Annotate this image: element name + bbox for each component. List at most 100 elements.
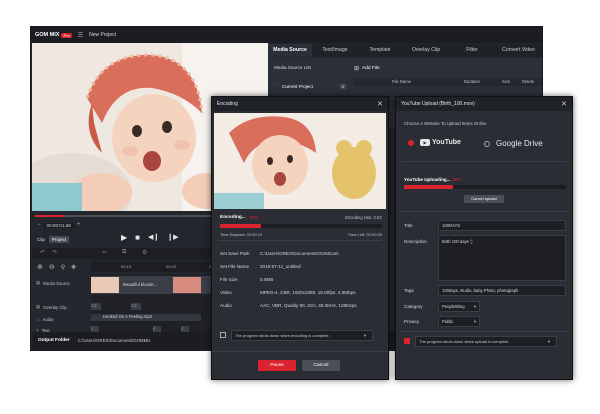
media-source-list-label: Media Source List [274,65,311,70]
column-header[interactable]: Size [502,79,510,84]
youtube-upload-dialog: YouTube Upload (Birth_100.mov) ✕ Choose … [395,96,573,380]
column-header[interactable]: Delete [522,79,534,84]
encoding-preview-image [214,113,386,209]
next-frame-icon[interactable]: ❙▶ [167,233,178,241]
shutdown-checkbox[interactable] [220,332,226,338]
field-file-name: Set File Name 2018-07-11_untitled [220,260,384,273]
clip-button[interactable]: Clip [37,237,45,242]
column-header[interactable]: File Name [392,79,411,84]
zoom-out-icon[interactable]: ⊖ [49,263,55,271]
add-file-button[interactable]: ⊞ Add File [354,65,380,72]
timecode[interactable]: 00:00:01.68 [43,222,74,228]
youtube-logo-icon: ▶ [420,139,430,146]
copy-icon[interactable]: ⧉ [122,249,126,256]
tags-input[interactable]: 100days, studio, baby Photo, photograph [438,285,566,296]
clip-thumbnail [91,277,119,293]
encoding-shutdown-row: The program shuts down when encoding is … [220,329,382,341]
privacy-select[interactable]: Public ▼ [438,316,480,327]
settings-icon[interactable]: ⚙ [142,249,147,256]
cancel-button[interactable]: Cancel [302,360,340,371]
plus-icon[interactable]: + [77,222,81,228]
shutdown-checkbox[interactable] [404,338,410,344]
service-google-drive[interactable]: Google Drive [484,139,543,148]
field-label: Set File Name [220,264,250,269]
encoding-rate: Encoding rate: 3.0X [345,215,382,220]
hamburger-icon[interactable]: ☰ [78,32,83,39]
title-input[interactable]: 100DAYS [438,220,566,231]
field-value[interactable]: 2018-07-11_untitled [260,264,382,269]
youtube-label: YouTube [432,139,461,146]
tab-text-image[interactable]: Text/Image [313,44,357,57]
prev-frame-icon[interactable]: ◀❙ [148,233,159,241]
field-save-path: Set Save Path C:\Users\GRES\Documents\GO… [220,247,384,260]
field-label: Audio [220,303,232,308]
track-icon: ▦ [36,304,41,309]
shutdown-select[interactable]: The program shuts down when upload is co… [415,335,557,347]
radio-selected-icon[interactable] [408,139,414,146]
minus-icon[interactable]: − [37,222,41,228]
youtube-title-bar: YouTube Upload (Birth_100.mov) ✕ [396,97,572,111]
radio-unselected-icon[interactable] [484,140,490,147]
encoding-percent: 10% [248,215,259,220]
field-value[interactable]: C:\Users\GRES\Documents\GOMCam [260,251,382,256]
choose-website-label: Choose A Website To Upload Items Online [404,121,487,126]
output-folder-path[interactable]: C:\Users\GRES\Documents\GOMMix [78,338,151,343]
tab-media-source[interactable]: Media Source [268,44,312,57]
encoding-time-row: Time Elapsed: 00:00:10 Time Left: 00:00:… [220,232,382,237]
overlay-clip[interactable]: CO [91,303,101,310]
current-project-item[interactable]: 🗀 Current Project 8 [274,82,346,90]
youtube-divider [402,211,566,212]
undo-icon[interactable]: ↶ [40,249,45,256]
close-icon[interactable]: ✕ [561,100,567,108]
clip-thumbnail [173,277,201,293]
stop-icon[interactable]: ■ [135,233,140,242]
youtube-shutdown-row: The program shuts down when upload is co… [404,335,566,347]
zoom-in-icon[interactable]: ⊕ [37,263,43,271]
field-value: AAC, VBR, Quality 90, 2Ch, 48.0KHz, 128K… [260,303,357,308]
cancel-upload-button[interactable]: Cancel upload [464,195,504,203]
clip-code: CO [91,304,97,308]
clip-project-toggle: Clip Project [37,236,70,243]
encoding-dialog: Encoding ✕ Encoding... 10% Encoding rate… [211,96,389,380]
category-select[interactable]: People/Blog ▼ [438,301,480,312]
tab-overlay-clip[interactable]: Overlay Clip [403,44,449,57]
tab-convert-video[interactable]: Convert Video [495,44,542,57]
privacy-value: Public [442,319,454,324]
category-label: Category [404,304,423,309]
close-icon[interactable]: ✕ [377,100,383,108]
encoding-title-bar: Encoding ✕ [212,97,388,111]
audio-clip[interactable]: Hooked On A Feeling.mp3 [91,314,201,321]
zoom-toolbar: ⊕ ⊖ ⚲ ✥ [37,262,76,272]
service-youtube[interactable]: ▶ YouTube [408,139,461,146]
file-table-header: File Name Duration Size Delete [354,78,542,86]
search-icon[interactable]: ⚲ [61,264,65,271]
youtube-divider [402,161,566,162]
project-button[interactable]: Project [48,236,70,243]
pause-button[interactable]: Pause [258,360,296,371]
chevron-down-icon: ▼ [473,319,477,324]
uploading-row: YouTube Uploading... 30% [404,177,461,182]
column-header[interactable]: Duration [464,79,480,84]
encoding-title: Encoding [217,101,238,107]
category-value: People/Blog [442,304,465,309]
fit-icon[interactable]: ✥ [71,264,76,271]
chevron-down-icon: ▼ [547,338,551,344]
overlay-clip[interactable]: CO [131,303,141,310]
add-file-label: Add File [362,66,380,71]
track-label: Audio [42,317,54,322]
media-clip[interactable]: Beautiful blonde... [91,276,211,294]
time-elapsed: Time Elapsed: 00:00:10 [220,232,263,237]
chevron-down-icon: ▼ [363,332,367,338]
google-drive-label: Google Drive [496,139,543,148]
description-textarea[interactable]: Birth 100 days :) [438,235,566,281]
ruler-tick: 00:20 [166,264,177,269]
track-icon: ▦ [36,280,41,285]
redo-icon[interactable]: ↷ [52,249,57,256]
cut-icon[interactable]: ✂ [102,249,107,256]
shutdown-select[interactable]: The program shuts down when encoding is … [231,329,373,341]
tab-template[interactable]: Template [358,44,402,57]
field-value: MPEG-4, CBR, 1920x1080, 15.00fps, 4.9Mbp… [260,290,356,295]
play-icon[interactable]: ▶ [121,233,127,242]
tab-filter[interactable]: Filter [450,44,494,57]
shutdown-text: The program shuts down when upload is co… [419,338,510,344]
